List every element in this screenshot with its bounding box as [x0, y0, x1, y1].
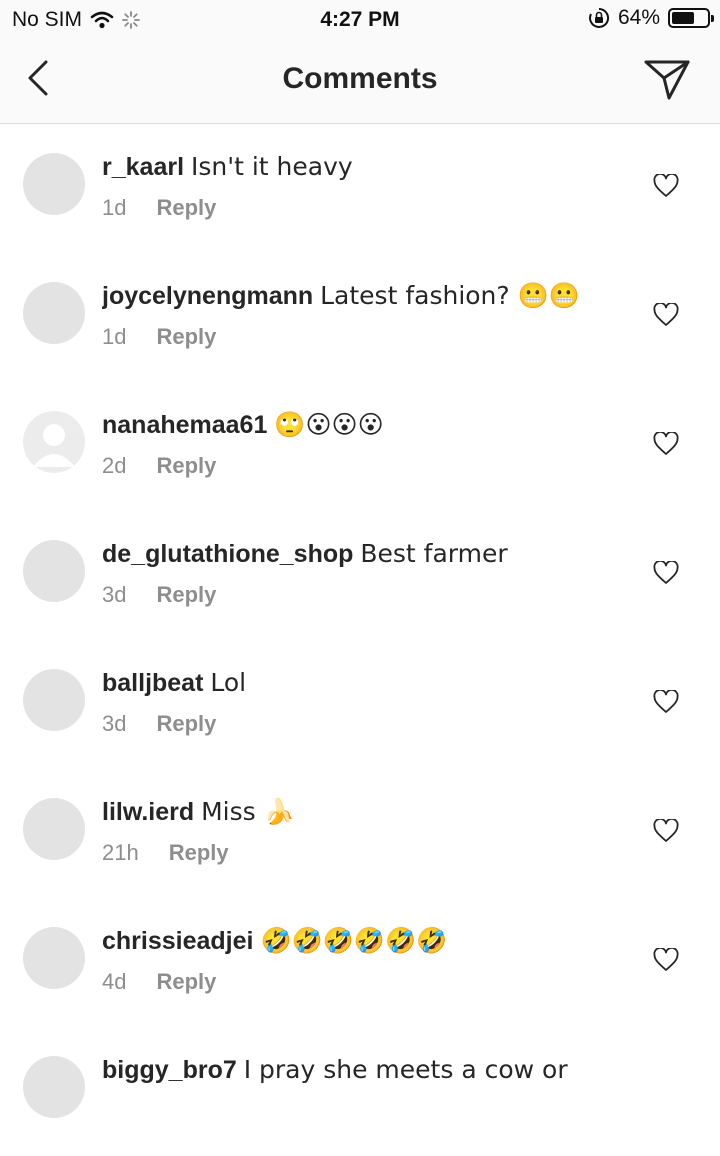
comment-meta: 1d Reply — [102, 195, 642, 221]
reply-button[interactable]: Reply — [156, 195, 216, 221]
comment-meta: 3d Reply — [102, 582, 642, 608]
comment-timestamp: 3d — [102, 582, 127, 607]
like-button[interactable] — [653, 430, 679, 456]
avatar[interactable] — [23, 411, 85, 473]
comment-meta: 1d Reply — [102, 324, 642, 350]
comment-timestamp: 3d — [102, 711, 127, 736]
comment-text: 🙄😮😮😮 — [274, 410, 384, 439]
comment-line: balljbeat Lol — [102, 666, 642, 700]
comment-row: de_glutathione_shop Best farmer 3d Reply — [0, 511, 720, 640]
avatar[interactable] — [23, 798, 85, 860]
comment-timestamp: 4d — [102, 969, 127, 994]
reply-button[interactable]: Reply — [169, 840, 229, 866]
status-bar: No SIM 4:27 PM 64% — [0, 0, 720, 40]
comment-line: chrissieadjei 🤣🤣🤣🤣🤣🤣 — [102, 924, 642, 958]
comment-body: chrissieadjei 🤣🤣🤣🤣🤣🤣 4d Reply — [102, 924, 642, 995]
comment-username[interactable]: lilw.ierd — [102, 798, 194, 826]
reply-button[interactable]: Reply — [156, 324, 216, 350]
avatar[interactable] — [23, 153, 85, 215]
comment-row: biggy_bro7 I pray she meets a cow or — [0, 1027, 720, 1156]
comment-row: joycelynengmann Latest fashion? 😬😬 1d Repl… — [0, 253, 720, 382]
heart-icon — [653, 301, 679, 326]
comment-username[interactable]: joycelynengmann — [102, 282, 313, 310]
comment-text: Lol — [210, 668, 247, 697]
like-button[interactable] — [653, 172, 679, 198]
comment-text: Isn't it heavy — [190, 152, 353, 181]
avatar[interactable] — [23, 540, 85, 602]
comment-meta: 21h Reply — [102, 840, 642, 866]
comment-timestamp: 1d — [102, 195, 127, 220]
heart-icon — [653, 688, 679, 713]
comment-row: chrissieadjei 🤣🤣🤣🤣🤣🤣 4d Reply — [0, 898, 720, 1027]
comment-line: lilw.ierd Miss 🍌 — [102, 795, 642, 829]
comment-body: r_kaarl Isn't it heavy 1d Reply — [102, 150, 642, 221]
comment-body: balljbeat Lol 3d Reply — [102, 666, 642, 737]
comment-row: lilw.ierd Miss 🍌 21h Reply — [0, 769, 720, 898]
reply-button[interactable]: Reply — [156, 453, 216, 479]
heart-icon — [653, 559, 679, 584]
heart-icon — [653, 946, 679, 971]
reply-button[interactable]: Reply — [156, 969, 216, 995]
battery-percent: 64% — [617, 6, 660, 29]
comment-timestamp: 21h — [102, 840, 139, 865]
comment-line: biggy_bro7 I pray she meets a cow or — [102, 1053, 642, 1087]
comment-row: nanahemaa61 🙄😮😮😮 2d Reply — [0, 382, 720, 511]
comment-line: de_glutathione_shop Best farmer — [102, 537, 642, 571]
heart-icon — [653, 817, 679, 842]
comment-username[interactable]: r_kaarl — [102, 153, 184, 181]
comment-timestamp: 2d — [102, 453, 127, 478]
rotation-lock-icon — [589, 7, 610, 28]
battery-icon — [668, 8, 714, 28]
comment-username[interactable]: chrissieadjei — [102, 927, 253, 955]
comment-body: nanahemaa61 🙄😮😮😮 2d Reply — [102, 408, 642, 479]
comment-username[interactable]: de_glutathione_shop — [102, 540, 353, 568]
comment-timestamp: 1d — [102, 324, 127, 349]
avatar[interactable] — [23, 282, 85, 344]
like-button[interactable] — [653, 301, 679, 327]
nav-bar: Comments — [0, 40, 720, 124]
comment-line: joycelynengmann Latest fashion? 😬😬 — [102, 279, 642, 313]
comment-text: Best farmer — [360, 539, 508, 568]
like-button[interactable] — [653, 559, 679, 585]
comment-line: nanahemaa61 🙄😮😮😮 — [102, 408, 642, 442]
avatar[interactable] — [23, 1056, 85, 1118]
comment-text: I pray she meets a cow or — [243, 1055, 568, 1084]
reply-button[interactable]: Reply — [156, 711, 216, 737]
comment-username[interactable]: biggy_bro7 — [102, 1056, 237, 1084]
like-button[interactable] — [653, 688, 679, 714]
battery-fill — [672, 12, 694, 24]
comment-username[interactable]: nanahemaa61 — [102, 411, 267, 439]
heart-icon — [653, 172, 679, 197]
heart-icon — [653, 430, 679, 455]
like-button[interactable] — [653, 946, 679, 972]
avatar[interactable] — [23, 927, 85, 989]
share-button[interactable] — [642, 54, 692, 104]
comment-line: r_kaarl Isn't it heavy — [102, 150, 642, 184]
status-right: 64% — [588, 6, 714, 30]
paper-plane-icon — [644, 60, 690, 100]
avatar[interactable] — [23, 669, 85, 731]
comment-username[interactable]: balljbeat — [102, 669, 203, 697]
like-button[interactable] — [653, 817, 679, 843]
comment-body: joycelynengmann Latest fashion? 😬😬 1d Repl… — [102, 279, 642, 350]
comment-meta: 3d Reply — [102, 711, 642, 737]
reply-button[interactable]: Reply — [156, 582, 216, 608]
comment-row: r_kaarl Isn't it heavy 1d Reply — [0, 124, 720, 253]
comment-row: balljbeat Lol 3d Reply — [0, 640, 720, 769]
comment-meta: 2d Reply — [102, 453, 642, 479]
comment-text: Miss 🍌 — [201, 797, 295, 826]
comment-text: Latest fashion? 😬😬 — [320, 281, 580, 310]
comment-meta: 4d Reply — [102, 969, 642, 995]
comment-body: lilw.ierd Miss 🍌 21h Reply — [102, 795, 642, 866]
page-title: Comments — [282, 62, 438, 95]
comment-text: 🤣🤣🤣🤣🤣🤣 — [260, 926, 448, 955]
comment-body: biggy_bro7 I pray she meets a cow or — [102, 1053, 642, 1087]
comment-body: de_glutathione_shop Best farmer 3d Reply — [102, 537, 642, 608]
